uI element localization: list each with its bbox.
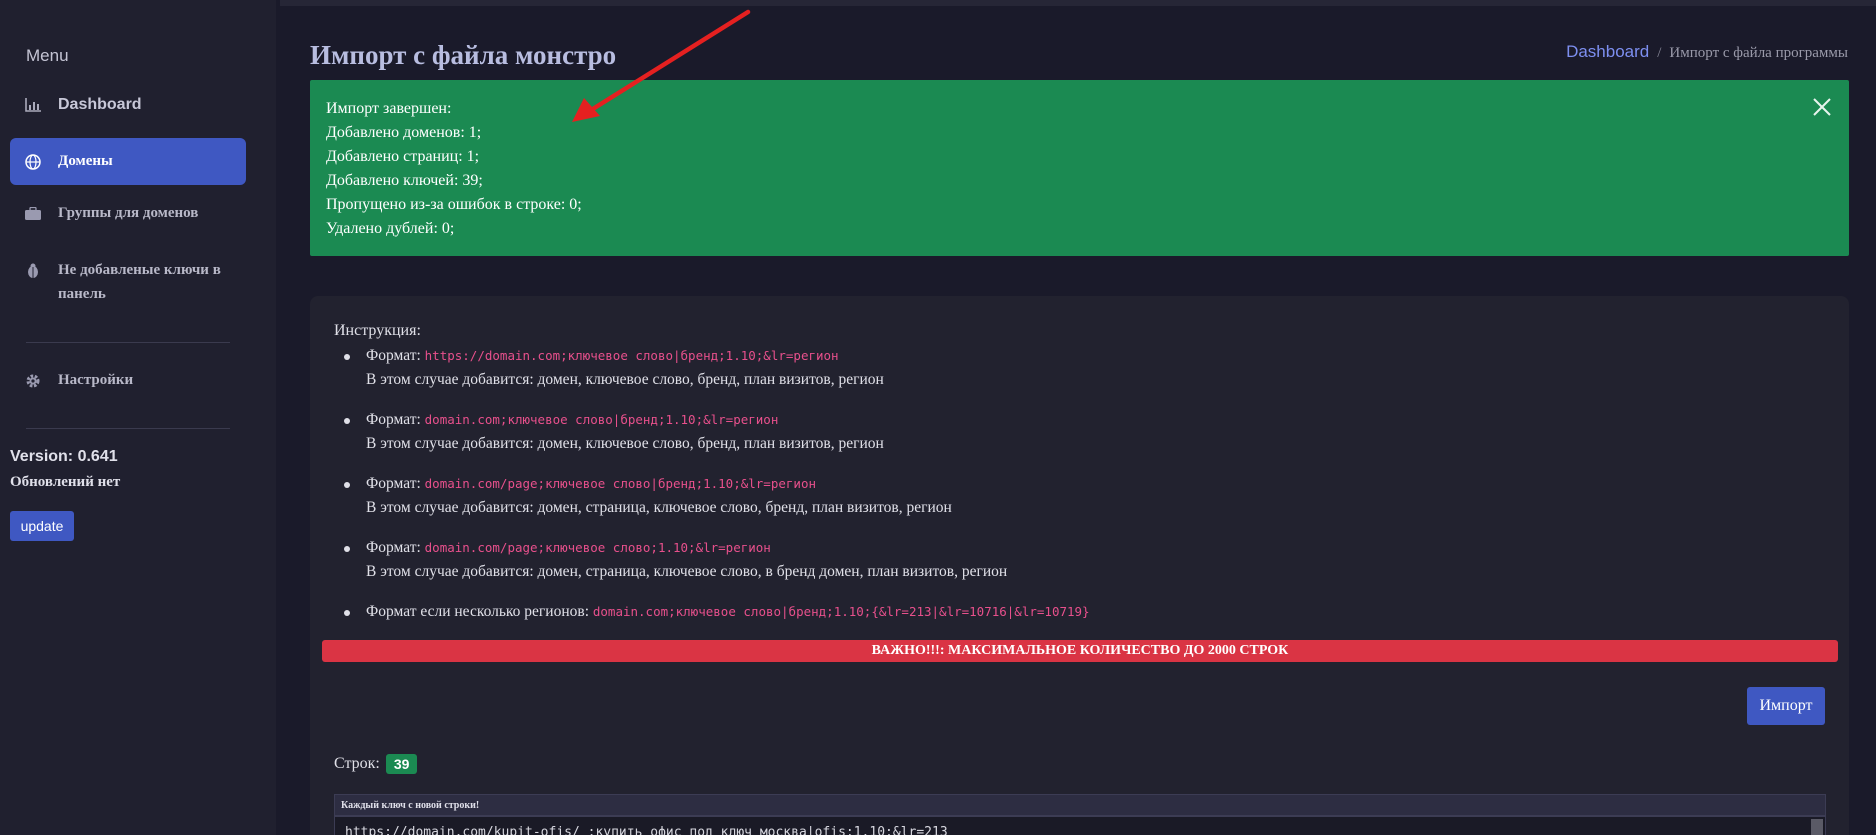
format-label: Формат если несколько регионов:: [366, 603, 589, 620]
update-button[interactable]: update: [10, 511, 74, 541]
format-label: Формат:: [366, 539, 421, 556]
list-item: Формат: domain.com/page;ключевое слово;1…: [334, 536, 1814, 584]
sidebar-item-label: Настройки: [58, 372, 134, 388]
rows-count: Строк: 39: [334, 754, 418, 774]
instructions-list: Формат: https://domain.com;ключевое слов…: [334, 344, 1814, 640]
import-card: Инструкция: Формат: https://domain.com;к…: [310, 296, 1849, 835]
sidebar-divider: [26, 428, 230, 429]
sidebar: Menu Dashboard Домены Группы для доменов…: [0, 0, 276, 835]
breadcrumb-current: Импорт с файла программы: [1669, 45, 1848, 61]
alert-line: Пропущено из-за ошибок в строке: 0;: [326, 196, 582, 213]
textarea-line: https://domain.com/kupit-ofis/ ;купить о…: [345, 825, 948, 835]
list-item: Формат: domain.com;ключевое слово|бренд;…: [334, 408, 1814, 456]
instructions-title: Инструкция:: [334, 322, 421, 339]
rows-label: Строк:: [334, 755, 380, 772]
updates-status: Обновлений нет: [10, 474, 121, 490]
format-code: domain.com/page;ключевое слово|бренд;1.1…: [424, 476, 816, 491]
list-item: Формат: https://domain.com;ключевое слов…: [334, 344, 1814, 392]
sidebar-item-domains[interactable]: Домены: [10, 138, 246, 185]
alert-line: Добавлено доменов: 1;: [326, 124, 482, 141]
format-code: domain.com/page;ключевое слово;1.10;&lr=…: [424, 540, 771, 555]
scrollbar[interactable]: [1811, 819, 1823, 835]
sidebar-item-label: Домены: [58, 153, 113, 169]
list-item: Формат если несколько регионов: domain.c…: [334, 600, 1814, 624]
alert-line: Удалено дублей: 0;: [326, 220, 455, 237]
chart-icon: [24, 96, 42, 114]
list-item: Формат: domain.com/page;ключевое слово|б…: [334, 472, 1814, 520]
format-description: В этом случае добавится: домен, ключевое…: [366, 435, 884, 452]
breadcrumb-dashboard-link[interactable]: Dashboard: [1566, 42, 1649, 62]
sidebar-item-label: Группы для доменов: [58, 205, 199, 221]
sidebar-item-label: Dashboard: [58, 96, 142, 113]
rows-count-badge: 39: [385, 754, 418, 774]
breadcrumb: Dashboard / Импорт с файла программы: [1566, 42, 1848, 62]
format-description: В этом случае добавится: домен, ключевое…: [366, 371, 884, 388]
bug-icon: [24, 262, 42, 280]
textarea-header: Каждый ключ с новой строки!: [334, 794, 1826, 816]
menu-title: Menu: [26, 46, 69, 65]
top-bar: [280, 0, 1876, 6]
alert-line: Импорт завершен:: [326, 100, 452, 117]
annotation-arrow-icon: [572, 9, 751, 122]
sidebar-divider: [26, 342, 230, 343]
sidebar-item-missing-keys[interactable]: Не добавленые ключи в панель: [10, 258, 246, 306]
sidebar-item-label: Не добавленые ключи в панель: [58, 262, 221, 302]
sidebar-item-dashboard[interactable]: Dashboard: [10, 96, 246, 114]
breadcrumb-separator: /: [1657, 45, 1662, 61]
keys-textarea[interactable]: https://domain.com/kupit-ofis/ ;купить о…: [334, 816, 1826, 835]
globe-icon: [24, 153, 42, 171]
format-code: https://domain.com;ключевое слово|бренд;…: [424, 348, 839, 363]
close-icon[interactable]: [1809, 94, 1835, 120]
sidebar-item-groups[interactable]: Группы для доменов: [10, 205, 246, 223]
format-description: В этом случае добавится: домен, страница…: [366, 499, 952, 516]
format-description: В этом случае добавится: домен, страница…: [366, 563, 1008, 580]
gear-icon: [24, 372, 42, 390]
success-alert: Импорт завершен: Добавлено доменов: 1; Д…: [310, 80, 1849, 256]
alert-line: Добавлено страниц: 1;: [326, 148, 480, 165]
warning-banner: ВАЖНО!!!: МАКСИМАЛЬНОЕ КОЛИЧЕСТВО ДО 200…: [322, 640, 1838, 662]
format-label: Формат:: [366, 475, 421, 492]
briefcase-icon: [24, 205, 42, 223]
import-button[interactable]: Импорт: [1747, 687, 1825, 725]
sidebar-item-settings[interactable]: Настройки: [10, 372, 246, 390]
version-text: Version: 0.641: [10, 448, 118, 465]
format-code: domain.com;ключевое слово|бренд;1.10;{&l…: [592, 604, 1090, 619]
format-code: domain.com;ключевое слово|бренд;1.10;&lr…: [424, 412, 779, 427]
format-label: Формат:: [366, 347, 421, 364]
alert-line: Добавлено ключей: 39;: [326, 172, 483, 189]
format-label: Формат:: [366, 411, 421, 428]
